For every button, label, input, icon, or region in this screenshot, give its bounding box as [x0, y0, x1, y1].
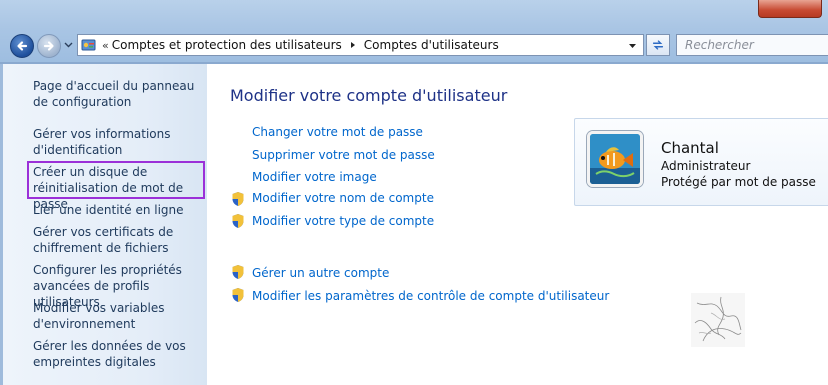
uac-shield-icon	[232, 192, 244, 206]
window-chrome: « Comptes et protection des utilisateurs…	[0, 0, 828, 64]
uac-settings-link[interactable]: Modifier les paramètres de contrôle de c…	[252, 289, 609, 303]
change-password-link[interactable]: Changer votre mot de passe	[252, 125, 423, 139]
sidebar-item-control-panel-home[interactable]: Page d'accueil du panneau de configurati…	[33, 78, 203, 110]
breadcrumb-user-accounts[interactable]: Comptes d'utilisateurs	[364, 38, 499, 52]
breadcrumb-overflow[interactable]: «	[102, 39, 109, 52]
change-account-name-link[interactable]: Modifier votre nom de compte	[252, 191, 434, 205]
change-account-type-link[interactable]: Modifier votre type de compte	[252, 214, 434, 228]
forward-button[interactable]	[37, 34, 61, 58]
user-role: Administrateur	[661, 159, 751, 173]
sketch-image	[691, 293, 745, 347]
back-button[interactable]	[10, 34, 34, 58]
page-title: Modifier votre compte d'utilisateur	[230, 86, 508, 105]
user-name: Chantal	[661, 139, 719, 157]
remove-password-link[interactable]: Supprimer votre mot de passe	[252, 148, 435, 162]
sidebar-item-encryption-certificates[interactable]: Gérer vos certificats de chiffrement de …	[33, 224, 203, 256]
uac-shield-icon	[232, 288, 244, 302]
user-account-card: Chantal Administrateur Protégé par mot d…	[574, 118, 828, 206]
recent-pages-chevron-down-icon[interactable]	[64, 40, 73, 49]
main-content: Modifier votre compte d'utilisateur Chan…	[207, 64, 828, 385]
refresh-button[interactable]	[646, 34, 670, 56]
control-panel-icon	[81, 39, 96, 51]
user-avatar[interactable]	[587, 131, 643, 187]
address-history-chevron-down-icon[interactable]	[628, 41, 637, 50]
change-picture-link[interactable]: Modifier votre image	[252, 170, 377, 184]
arrow-right-icon	[43, 41, 54, 51]
close-button[interactable]	[758, 0, 822, 18]
breadcrumb-arrow-icon[interactable]	[349, 41, 357, 49]
sidebar-item-environment-variables[interactable]: Modifier vos variables d'environnement	[33, 300, 203, 332]
uac-shield-icon	[232, 214, 244, 228]
fish-picture	[590, 134, 640, 184]
search-placeholder: Rechercher	[685, 38, 754, 52]
user-protection-status: Protégé par mot de passe	[661, 175, 816, 189]
address-bar[interactable]: « Comptes et protection des utilisateurs…	[77, 34, 644, 56]
sidebar-item-link-online-id[interactable]: Lier une identité en ligne	[33, 202, 203, 218]
breadcrumb-user-accounts-protection[interactable]: Comptes et protection des utilisateurs	[112, 38, 342, 52]
refresh-icon	[652, 40, 664, 50]
sidebar-item-manage-credentials[interactable]: Gérer vos informations d'identification	[33, 126, 203, 158]
uac-shield-icon	[232, 265, 244, 279]
manage-another-account-link[interactable]: Gérer un autre compte	[252, 266, 389, 280]
search-box[interactable]: Rechercher	[676, 34, 828, 56]
arrow-left-icon	[17, 41, 28, 51]
sidebar-item-fingerprint-data[interactable]: Gérer les données de vos empreintes digi…	[33, 338, 203, 370]
